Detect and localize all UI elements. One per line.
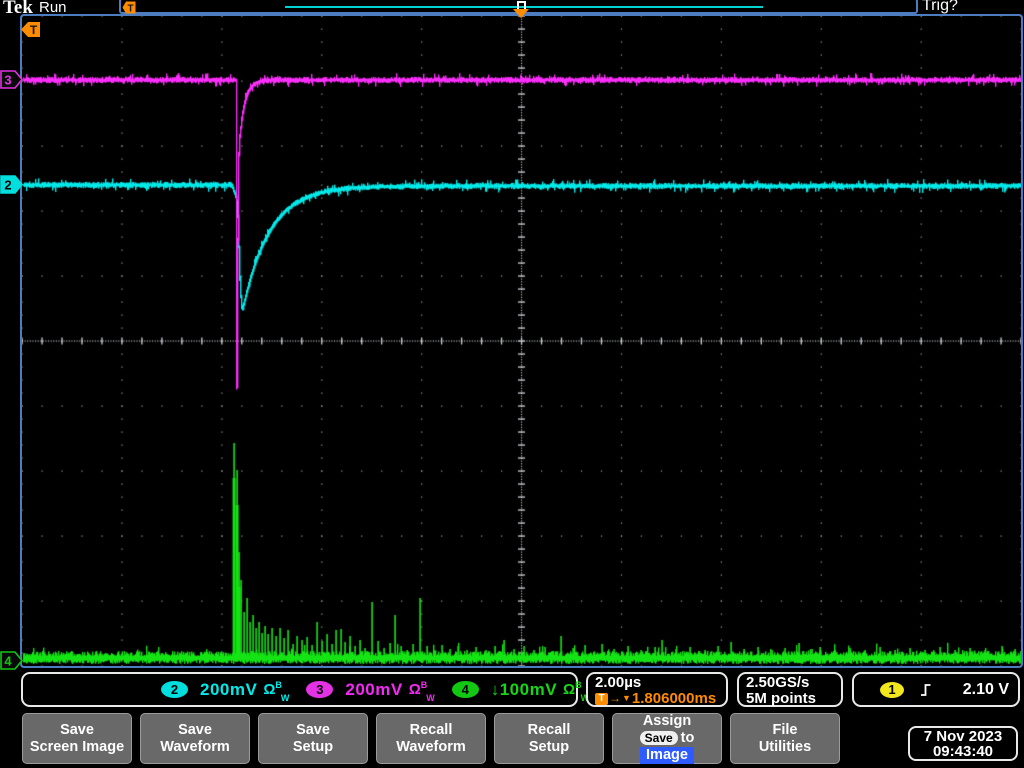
channel-2-scale: 200mV — [200, 679, 258, 699]
channel-2-badge[interactable]: 2 — [161, 681, 188, 698]
horizontal-readout[interactable]: 2.00µs T → ▼ 1.806000ms — [586, 672, 728, 707]
window-position-triangle-icon — [513, 9, 529, 18]
trigger-position-marker-icon[interactable]: T — [20, 21, 41, 38]
svg-text:3: 3 — [4, 73, 11, 88]
acquisition-status: Run — [39, 0, 67, 16]
assign-save-button[interactable]: Assign Save to Image — [612, 713, 722, 764]
date: 7 Nov 2023 — [923, 728, 1003, 745]
assign-target: Image — [640, 747, 694, 764]
channel-3-badge[interactable]: 3 — [306, 681, 334, 698]
channel-2-readout[interactable]: 2 200mV ΩBW — [161, 679, 290, 703]
offset-arrow-icon: ↓ — [490, 679, 500, 699]
file-utilities-button[interactable]: File Utilities — [730, 713, 840, 764]
save-setup-button[interactable]: Save Setup — [258, 713, 368, 764]
date-time-display: 7 Nov 2023 09:43:40 — [908, 726, 1018, 761]
svg-text:T: T — [30, 23, 38, 37]
channel-3-marker[interactable]: 3 — [0, 70, 23, 89]
channel-2-impedance: ΩBW — [263, 679, 290, 703]
trigger-t-icon: T — [595, 692, 608, 705]
channel-4-badge[interactable]: 4 — [451, 681, 479, 698]
trigger-status: Trig? — [922, 0, 958, 14]
trigger-source-badge[interactable]: 1 — [880, 681, 904, 698]
channel-2-marker[interactable]: 2 — [0, 175, 23, 194]
record-view[interactable]: T — [119, 0, 918, 18]
trigger-readout[interactable]: 1 2.10 V — [852, 672, 1020, 707]
save-key-icon: Save — [639, 731, 678, 745]
waveform-display — [0, 0, 1024, 768]
channel-3-readout[interactable]: 3 200mV ΩBW — [306, 679, 435, 703]
channel-4-readout[interactable]: 4 ↓100mV ΩBW — [451, 679, 590, 703]
arrow-right-icon: → — [609, 691, 621, 705]
recall-waveform-button[interactable]: Recall Waveform — [376, 713, 486, 764]
oscilloscope-screen: { "header": { "logo": "Tek", "acq_status… — [0, 0, 1024, 768]
channel-3-impedance: ΩBW — [408, 679, 435, 703]
acquisition-readout[interactable]: 2.50GS/s 5M points — [737, 672, 843, 707]
time: 09:43:40 — [932, 743, 994, 760]
triangle-down-icon: ▼ — [622, 693, 631, 703]
trigger-level: 2.10 V — [962, 680, 1009, 698]
channel-4-marker[interactable]: 4 — [0, 651, 23, 670]
recall-setup-button[interactable]: Recall Setup — [494, 713, 604, 764]
horizontal-delay: T → ▼ 1.806000ms — [595, 691, 726, 706]
svg-text:4: 4 — [4, 654, 12, 669]
sample-rate: 2.50GS/s — [746, 674, 810, 691]
horizontal-scale: 2.00µs — [595, 674, 642, 691]
svg-text:T: T — [128, 3, 134, 14]
rising-slope-icon — [921, 683, 931, 696]
channel-4-scale: ↓100mV — [490, 679, 558, 699]
tek-logo: Tek — [3, 0, 33, 18]
channel-readouts: 2 200mV ΩBW 3 200mV ΩBW 4 ↓100mV ΩBW — [21, 672, 589, 707]
record-trigger-flag-icon[interactable]: T — [122, 1, 136, 14]
svg-text:2: 2 — [4, 178, 11, 193]
channel-3-scale: 200mV — [345, 679, 403, 699]
record-length: 5M points — [746, 690, 816, 707]
save-waveform-button[interactable]: Save Waveform — [140, 713, 250, 764]
delay-value: 1.806000ms — [631, 690, 717, 707]
save-screen-image-button[interactable]: Save Screen Image — [22, 713, 132, 764]
